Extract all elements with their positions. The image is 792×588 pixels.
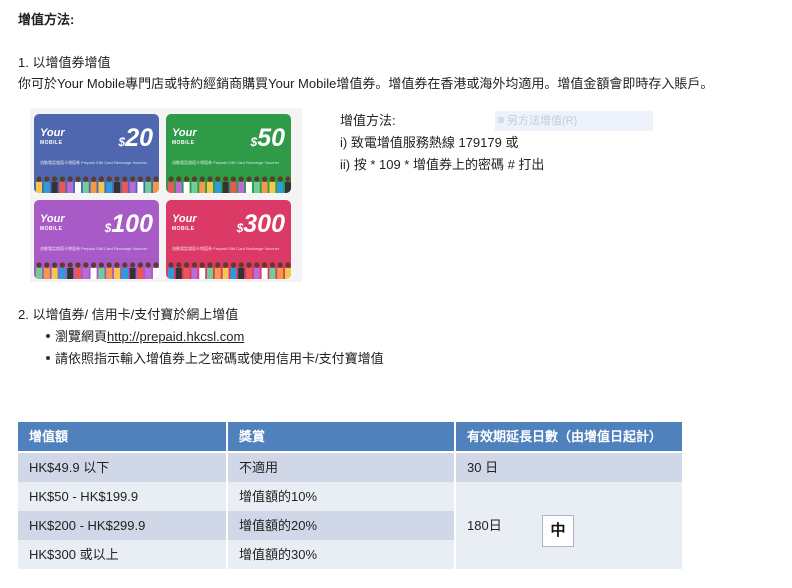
section1-title: 1. 以增值券增值 bbox=[18, 55, 111, 70]
section2-title: 2. 以增值券/ 信用卡/支付寶於網上增值 bbox=[18, 307, 239, 322]
ime-mode-button[interactable]: 中 bbox=[542, 515, 574, 547]
table-cell: 增值額的30% bbox=[228, 540, 454, 569]
page-heading: 增值方法: bbox=[18, 12, 75, 27]
table-cell: HK$200 - HK$299.9 bbox=[18, 511, 226, 540]
voucher-amount: $50 bbox=[250, 124, 286, 152]
prepaid-site-link[interactable]: http://prepaid.hkcsl.com bbox=[107, 329, 244, 344]
voucher-logo: Your MOBILE bbox=[172, 213, 197, 233]
table-cell: 增值額的20% bbox=[228, 511, 454, 540]
crowd-illustration bbox=[36, 176, 159, 193]
voucher-amount: $300 bbox=[236, 210, 285, 238]
voucher-amount: $100 bbox=[104, 210, 153, 238]
table-header-validity: 有效期延長日數（由增值日起計） bbox=[456, 422, 682, 451]
faded-icon bbox=[498, 117, 504, 123]
voucher-amount: $20 bbox=[118, 124, 154, 152]
crowd-illustration bbox=[36, 262, 159, 279]
voucher-card-20: Your MOBILE $20 流動電話儲值卡增值券 Prepaid SIM Ca… bbox=[34, 114, 159, 193]
bullet-dot bbox=[46, 355, 50, 360]
reward-table: 增值額 獎賞 有效期延長日數（由增值日起計） HK$49.9 以下 不適用 30… bbox=[18, 422, 682, 582]
voucher-logo: Your MOBILE bbox=[40, 127, 65, 147]
crowd-illustration bbox=[168, 176, 291, 193]
table-cell: 不適用 bbox=[228, 453, 454, 482]
table-header-reward: 獎賞 bbox=[228, 422, 454, 451]
bullet-browse: 瀏覽網頁http://prepaid.hkcsl.com bbox=[46, 326, 244, 345]
method-line-1: i) 致電增值服務熱線 179179 或 bbox=[340, 135, 519, 150]
voucher-card-50: Your MOBILE $50 流動電話儲值卡增值券 Prepaid SIM Ca… bbox=[166, 114, 291, 193]
voucher-card-300: Your MOBILE $300 流動電話儲值卡增值券 Prepaid SIM C… bbox=[166, 200, 291, 279]
table-cell: HK$49.9 以下 bbox=[18, 453, 226, 482]
table-header-amount: 增值額 bbox=[18, 422, 226, 451]
section1-description: 你可於Your Mobile專門店或特約經銷商購買Your Mobile增值券。… bbox=[18, 76, 714, 91]
voucher-image: Your MOBILE $20 流動電話儲值卡增值券 Prepaid SIM Ca… bbox=[30, 108, 302, 282]
voucher-logo: Your MOBILE bbox=[172, 127, 197, 147]
table-cell: HK$50 - HK$199.9 bbox=[18, 482, 226, 511]
table-cell: HK$300 或以上 bbox=[18, 540, 226, 569]
voucher-logo: Your MOBILE bbox=[40, 213, 65, 233]
method-line-2: ii) 按 * 109 * 增值券上的密碼 # 打出 bbox=[340, 157, 545, 172]
table-cell: 增值額的10% bbox=[228, 482, 454, 511]
table-cell: 30 日 bbox=[456, 453, 682, 482]
bullet-dot bbox=[46, 333, 50, 338]
bullet-instructions: 請依照指示輸入增值券上之密碼或使用信用卡/支付寶增值 bbox=[46, 348, 384, 367]
faded-overlay-label: 另方法增值(R) bbox=[495, 111, 653, 131]
crowd-illustration bbox=[168, 262, 291, 279]
voucher-card-100: Your MOBILE $100 流動電話儲值卡增值券 Prepaid SIM C… bbox=[34, 200, 159, 279]
